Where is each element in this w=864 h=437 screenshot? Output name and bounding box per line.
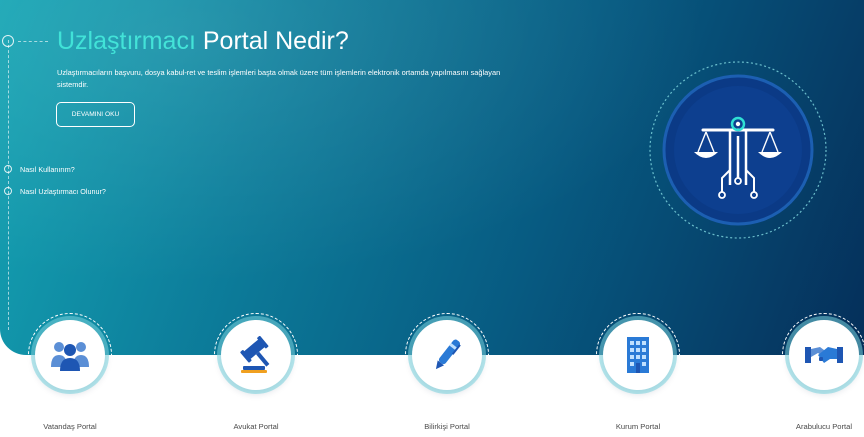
hero-description: Uzlaştırmacıların başvuru, dosya kabul-r… — [57, 68, 501, 89]
handshake-icon — [805, 347, 843, 363]
scales-of-justice-circuit-icon — [649, 61, 827, 239]
portal-icon-circle — [412, 320, 482, 390]
title-accent: Uzlaştırmacı — [57, 27, 196, 55]
title-main: Portal Nedir? — [202, 27, 349, 55]
read-more-button[interactable]: DEVAMINI OKU — [56, 102, 135, 127]
portal-icon-circle — [603, 320, 673, 390]
portal-icon-circle — [789, 320, 859, 390]
timeline-node — [4, 165, 12, 173]
institution-portal-card[interactable]: Kurum Portal — [578, 313, 698, 437]
portal-icon-circle — [221, 320, 291, 390]
timeline-node — [2, 35, 14, 47]
building-icon — [627, 337, 649, 373]
mediator-portal-card[interactable]: Arabulucu Portal — [764, 313, 864, 437]
portal-label: Kurum Portal — [615, 422, 661, 431]
timeline-node — [4, 187, 12, 195]
citizen-portal-card[interactable]: Vatandaş Portal — [10, 313, 130, 437]
portal-label: Avukat Portal — [233, 422, 279, 431]
portal-label: Bilirkişi Portal — [424, 422, 470, 431]
portal-ring — [28, 313, 112, 397]
how-to-use-link[interactable]: Nasıl Kullanırım? — [20, 165, 75, 174]
portal-icon-circle — [35, 320, 105, 390]
title-connector-line — [18, 41, 48, 42]
expert-portal-card[interactable]: Bilirkişi Portal — [387, 313, 507, 437]
lawyer-portal-card[interactable]: Avukat Portal — [196, 313, 316, 437]
citizens-group-icon — [51, 342, 89, 371]
portal-ring — [405, 313, 489, 397]
hero-banner: Uzlaştırmacı Portal Nedir? Uzlaştırmacıl… — [0, 0, 864, 355]
timeline-dashed-line — [8, 40, 9, 330]
pen-icon — [435, 339, 461, 370]
portal-ring — [782, 313, 864, 397]
portal-label: Vatandaş Portal — [43, 422, 97, 431]
gavel-icon — [240, 336, 270, 373]
how-to-become-mediator-link[interactable]: Nasıl Uzlaştırmacı Olunur? — [20, 187, 106, 196]
page-title: Uzlaştırmacı Portal Nedir? — [57, 25, 349, 57]
portal-ring — [596, 313, 680, 397]
portal-ring — [214, 313, 298, 397]
portal-label: Arabulucu Portal — [795, 422, 853, 431]
